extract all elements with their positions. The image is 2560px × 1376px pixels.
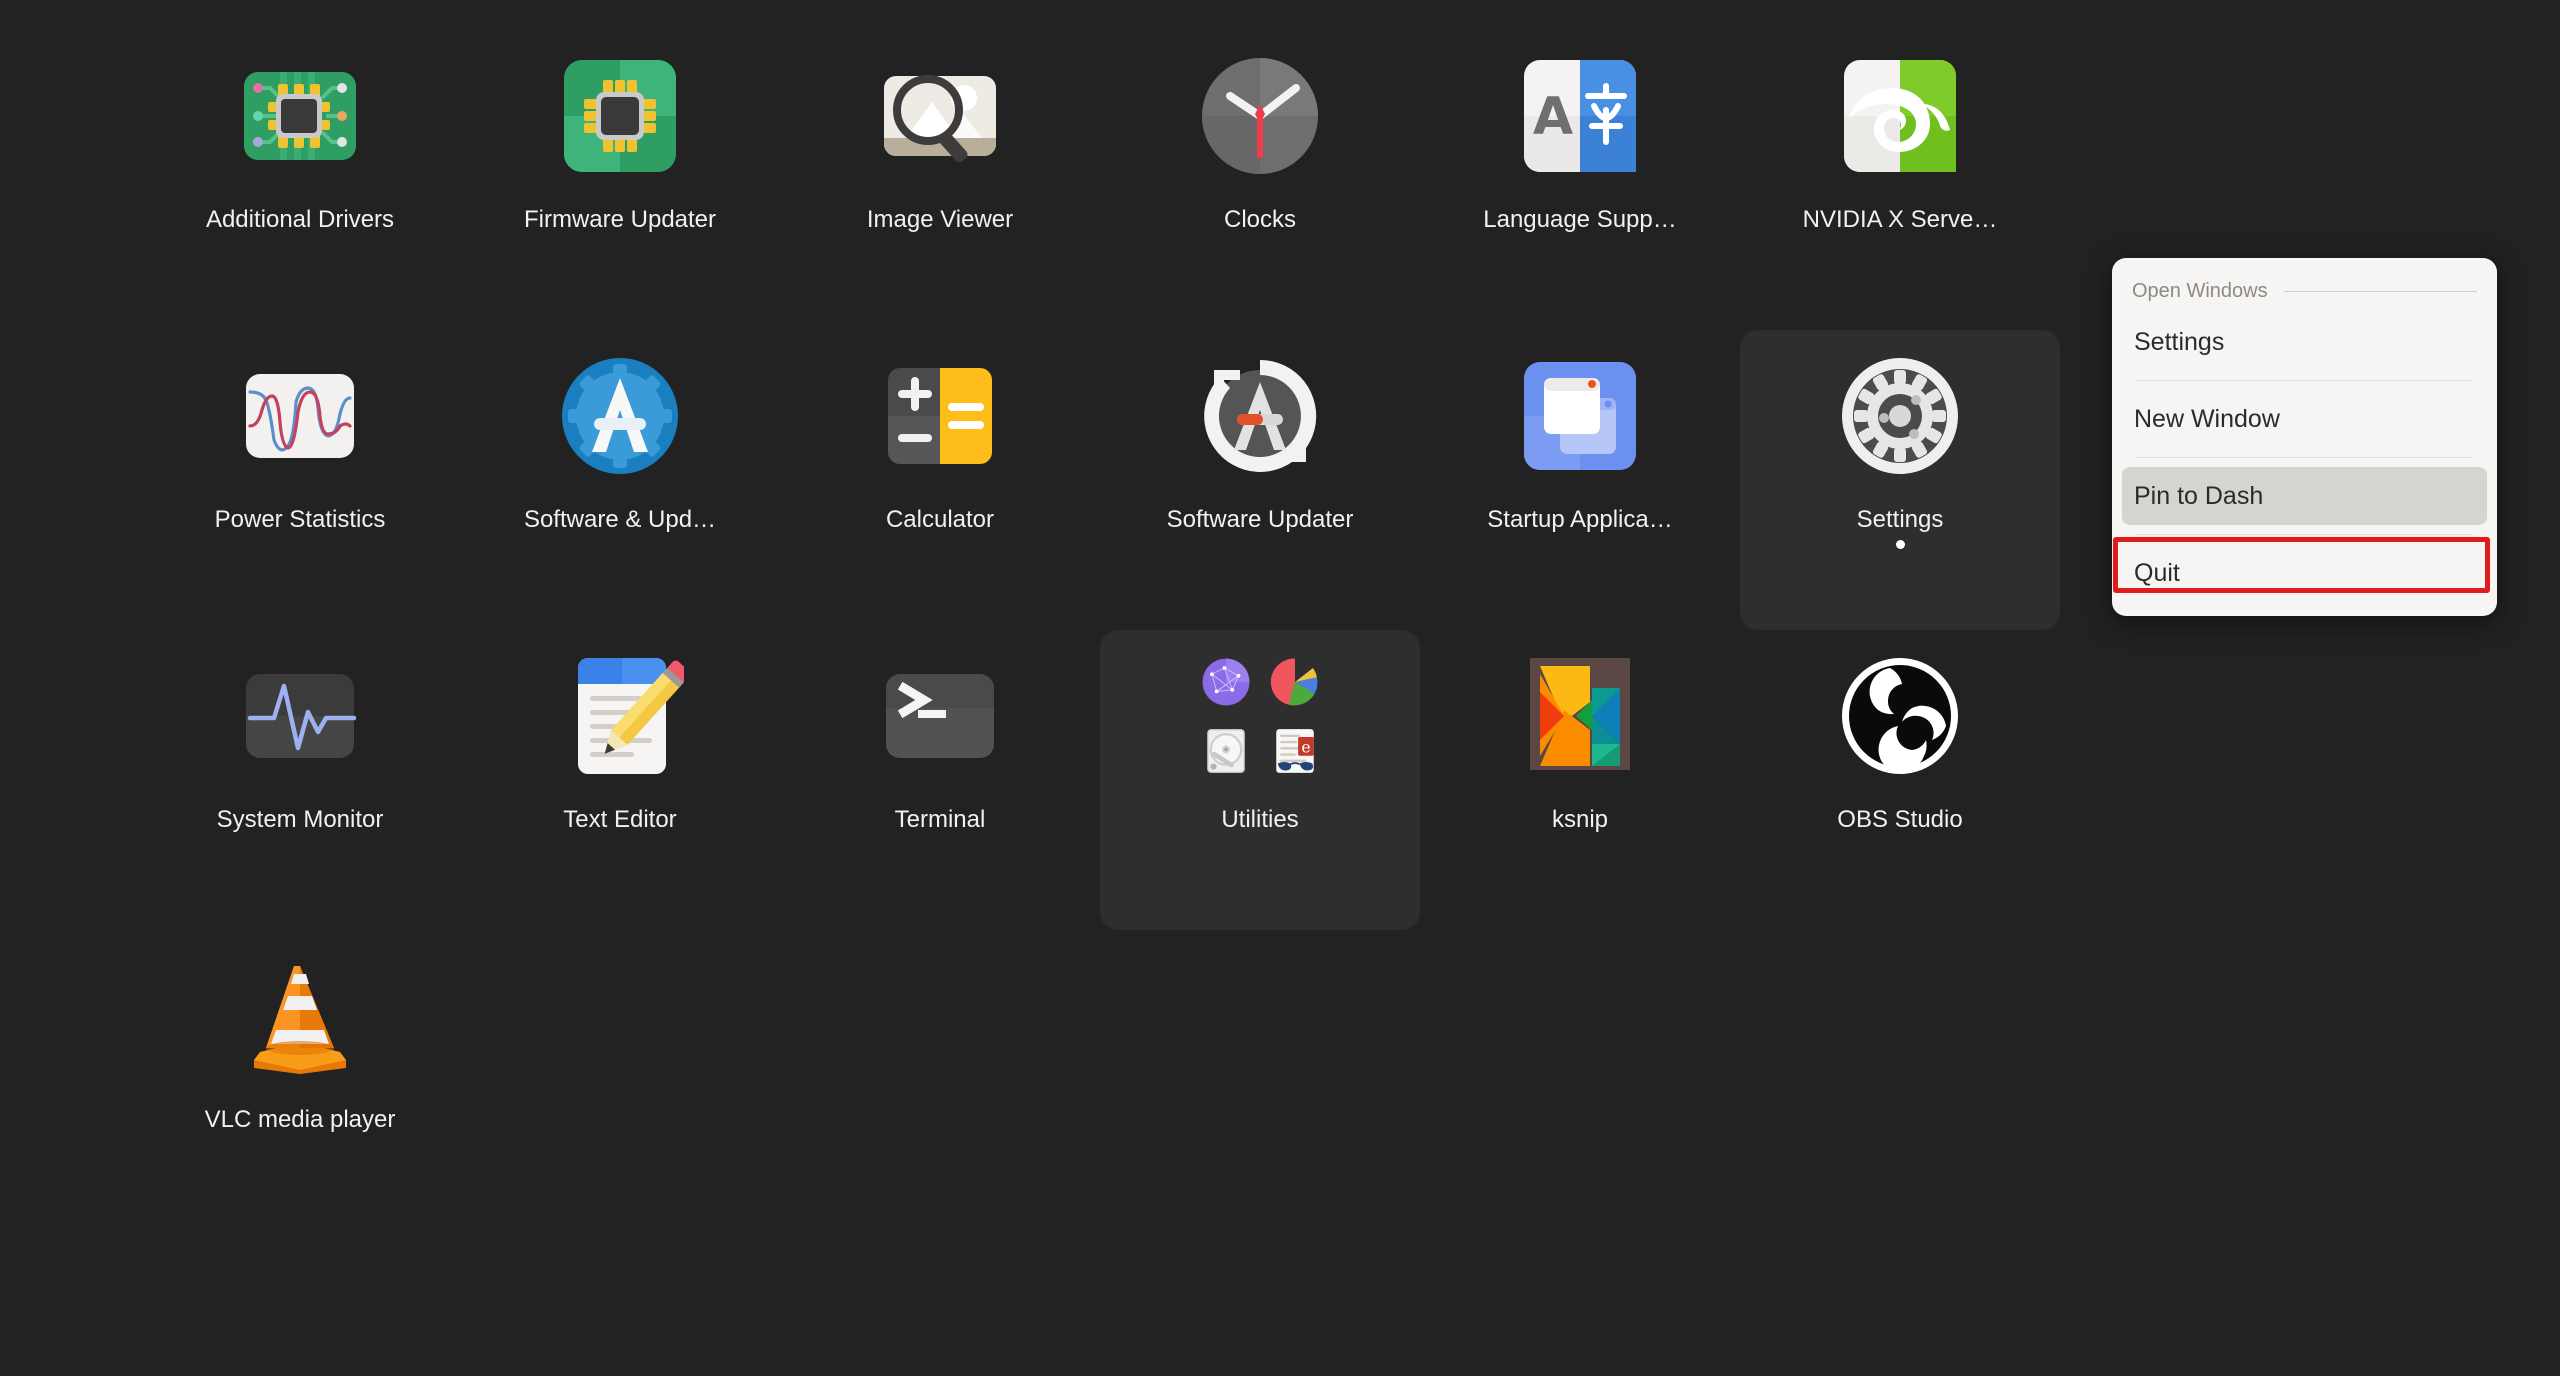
app-label: Language Supp… bbox=[1483, 206, 1677, 233]
menu-item-new-window[interactable]: New Window bbox=[2122, 390, 2487, 448]
app-label: Power Statistics bbox=[214, 506, 386, 533]
startup-windows-icon bbox=[1516, 352, 1644, 480]
ebook-reader-icon: e bbox=[1275, 728, 1314, 773]
hard-disk-icon bbox=[1206, 728, 1245, 773]
chip-firmware-icon bbox=[556, 52, 684, 180]
app-tile-system-monitor[interactable]: System Monitor bbox=[140, 630, 460, 930]
app-tile-vlc-media-player[interactable]: VLC media player bbox=[140, 930, 460, 1230]
nvidia-eye-icon bbox=[1836, 52, 1964, 180]
vlc-cone-icon bbox=[236, 952, 364, 1080]
app-tile-calculator[interactable]: Calculator bbox=[780, 330, 1100, 630]
utilities-folder-icon: e bbox=[1196, 652, 1324, 780]
context-menu-header: Open Windows bbox=[2112, 268, 2497, 313]
app-grid-row: Power Statistics Software & Upd… Calcula… bbox=[140, 330, 2060, 630]
app-context-menu: Open Windows Settings New Window Pin to … bbox=[2112, 258, 2497, 616]
app-label: OBS Studio bbox=[1837, 806, 1963, 833]
disk-usage-pie-icon bbox=[1270, 658, 1317, 705]
app-label: Calculator bbox=[885, 506, 995, 533]
app-tile-software-updater[interactable]: Software Updater bbox=[1100, 330, 1420, 630]
menu-item-settings[interactable]: Settings bbox=[2122, 313, 2487, 371]
app-tile-ksnip[interactable]: ksnip bbox=[1420, 630, 1740, 930]
svg-text:e: e bbox=[1301, 738, 1310, 756]
menu-item-quit[interactable]: Quit bbox=[2122, 544, 2487, 602]
magnifier-photo-icon bbox=[876, 52, 1004, 180]
software-updater-icon bbox=[1196, 352, 1324, 480]
svg-text:A: A bbox=[1533, 87, 1573, 147]
settings-gear-icon bbox=[1836, 352, 1964, 480]
obs-studio-icon bbox=[1836, 652, 1964, 780]
desktop-overview: Additional Drivers Firmware Updater Imag… bbox=[0, 0, 2560, 1376]
app-folder-utilities[interactable]: e Utilities bbox=[1100, 630, 1420, 930]
app-grid-row: Additional Drivers Firmware Updater Imag… bbox=[140, 30, 2060, 330]
app-tile-clocks[interactable]: Clocks bbox=[1100, 30, 1420, 330]
app-tile-nvidia-x-server-settings[interactable]: NVIDIA X Serve… bbox=[1740, 30, 2060, 330]
header-divider bbox=[2283, 291, 2477, 292]
menu-divider bbox=[2136, 380, 2473, 381]
open-windows-label: Open Windows bbox=[2132, 280, 2268, 302]
app-label: Firmware Updater bbox=[523, 206, 717, 233]
analog-clock-icon bbox=[1196, 52, 1324, 180]
app-grid-row: VLC media player bbox=[140, 930, 2060, 1230]
terminal-prompt-icon bbox=[876, 652, 1004, 780]
app-tile-obs-studio[interactable]: OBS Studio bbox=[1740, 630, 2060, 930]
app-label: VLC media player bbox=[204, 1106, 396, 1133]
app-grid-row: System Monitor Text Editor Terminal e Ut… bbox=[140, 630, 2060, 930]
app-label: Startup Applica… bbox=[1487, 506, 1673, 533]
calculator-icon bbox=[876, 352, 1004, 480]
app-label: System Monitor bbox=[216, 806, 384, 833]
app-tile-firmware-updater[interactable]: Firmware Updater bbox=[460, 30, 780, 330]
app-label: Utilities bbox=[1221, 806, 1299, 833]
menu-item-pin-to-dash[interactable]: Pin to Dash bbox=[2122, 467, 2487, 525]
app-label: Image Viewer bbox=[866, 206, 1014, 233]
system-monitor-pulse-icon bbox=[236, 652, 364, 780]
app-label: Software & Upd… bbox=[523, 506, 717, 533]
app-label: Terminal bbox=[894, 806, 986, 833]
running-indicator bbox=[1895, 540, 1905, 549]
app-tile-text-editor[interactable]: Text Editor bbox=[460, 630, 780, 930]
app-tile-language-support[interactable]: A Language Supp… bbox=[1420, 30, 1740, 330]
app-label: ksnip bbox=[1551, 806, 1609, 833]
text-editor-pencil-icon bbox=[556, 652, 684, 780]
menu-divider bbox=[2136, 457, 2473, 458]
app-tile-startup-applications[interactable]: Startup Applica… bbox=[1420, 330, 1740, 630]
app-tile-software-and-updates[interactable]: Software & Upd… bbox=[460, 330, 780, 630]
network-sphere-icon bbox=[1202, 658, 1249, 705]
app-tile-image-viewer[interactable]: Image Viewer bbox=[780, 30, 1100, 330]
app-label: Software Updater bbox=[1166, 506, 1354, 533]
app-label: Additional Drivers bbox=[205, 206, 395, 233]
app-label: Clocks bbox=[1223, 206, 1296, 233]
ksnip-k-icon bbox=[1516, 652, 1644, 780]
power-graph-icon bbox=[236, 352, 364, 480]
app-tile-additional-drivers[interactable]: Additional Drivers bbox=[140, 30, 460, 330]
app-label: Text Editor bbox=[563, 806, 677, 833]
language-translate-icon: A bbox=[1516, 52, 1644, 180]
app-tile-terminal[interactable]: Terminal bbox=[780, 630, 1100, 930]
app-tile-power-statistics[interactable]: Power Statistics bbox=[140, 330, 460, 630]
folder-preview-grid: e bbox=[1196, 652, 1324, 780]
application-grid: Additional Drivers Firmware Updater Imag… bbox=[140, 30, 2060, 1230]
menu-divider bbox=[2136, 534, 2473, 535]
chip-circuit-board-icon bbox=[236, 52, 364, 180]
app-label: NVIDIA X Serve… bbox=[1802, 206, 1998, 233]
app-tile-settings[interactable]: Settings bbox=[1740, 330, 2060, 630]
software-gear-a-icon bbox=[556, 352, 684, 480]
app-label: Settings bbox=[1856, 506, 1944, 533]
